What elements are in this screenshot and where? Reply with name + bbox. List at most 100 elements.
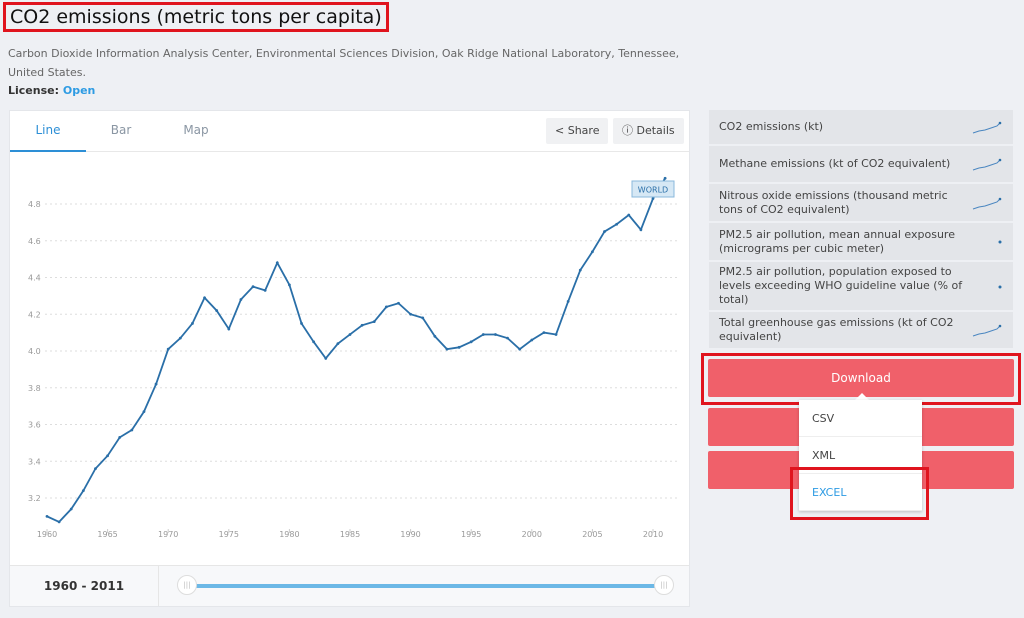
y-tick-label: 4.0: [28, 347, 41, 356]
data-point[interactable]: [372, 320, 376, 323]
data-point[interactable]: [421, 316, 425, 320]
related-item-label: CO2 emissions (kt): [719, 120, 824, 133]
y-tick-label: 4.6: [28, 237, 41, 246]
data-point[interactable]: [57, 520, 61, 524]
data-point[interactable]: [554, 333, 558, 336]
data-point[interactable]: [154, 382, 158, 386]
data-point[interactable]: [494, 333, 497, 336]
data-point[interactable]: [130, 428, 134, 432]
data-point[interactable]: [118, 435, 122, 439]
data-point[interactable]: [651, 197, 655, 200]
data-point[interactable]: [360, 323, 364, 327]
chart-card: Line Bar Map < Share ⓘ Details 3.2 3.4 3.6…: [9, 110, 690, 607]
data-point[interactable]: [615, 222, 619, 226]
data-point[interactable]: [445, 347, 449, 351]
data-point[interactable]: [191, 322, 194, 325]
data-point[interactable]: [639, 228, 643, 232]
related-item[interactable]: PM2.5 air pollution, mean annual exposur…: [709, 223, 1013, 262]
data-point[interactable]: [215, 309, 219, 312]
data-point[interactable]: [239, 298, 243, 301]
data-point[interactable]: [166, 347, 170, 351]
related-indicators: CO2 emissions (kt) Methane emissions (kt…: [709, 110, 1013, 350]
data-point[interactable]: [348, 333, 352, 336]
share-icon: <: [555, 124, 565, 137]
data-point[interactable]: [506, 336, 509, 340]
data-point[interactable]: [251, 285, 255, 289]
data-point[interactable]: [542, 331, 546, 335]
related-item[interactable]: Nitrous oxide emissions (thousand metric…: [709, 184, 1013, 223]
data-point[interactable]: [409, 312, 412, 316]
data-point[interactable]: [530, 338, 534, 342]
sparkline-icon: [972, 324, 1002, 337]
series-label: WORLD: [638, 186, 668, 195]
range-end-handle[interactable]: |||: [654, 575, 674, 595]
related-item[interactable]: Total greenhouse gas emissions (kt of CO…: [709, 312, 1013, 350]
data-point[interactable]: [663, 176, 667, 180]
range-bar: 1960 - 2011 ||| |||: [10, 565, 689, 606]
x-tick-label: 1990: [400, 530, 420, 539]
data-point[interactable]: [591, 250, 594, 254]
y-tick-label: 3.2: [28, 494, 41, 503]
data-point[interactable]: [106, 454, 109, 458]
tab-map[interactable]: Map: [158, 111, 234, 152]
data-point[interactable]: [81, 489, 85, 493]
data-point[interactable]: [578, 268, 582, 272]
range-start-handle[interactable]: |||: [177, 575, 197, 595]
data-point[interactable]: [312, 340, 316, 344]
tab-bar[interactable]: Bar: [83, 111, 159, 152]
related-item[interactable]: CO2 emissions (kt): [709, 110, 1013, 146]
data-point[interactable]: [336, 342, 340, 346]
related-item-label: PM2.5 air pollution, population exposed …: [719, 265, 963, 306]
data-point[interactable]: [397, 301, 400, 305]
data-point[interactable]: [457, 345, 461, 349]
y-tick-label: 4.8: [28, 200, 41, 209]
data-point[interactable]: [275, 261, 279, 265]
related-item[interactable]: Methane emissions (kt of CO2 equivalent): [709, 146, 1013, 184]
download-csv[interactable]: CSV: [799, 400, 922, 437]
data-point[interactable]: [324, 356, 328, 360]
data-point[interactable]: [300, 322, 303, 325]
x-tick-label: 2000: [522, 530, 542, 539]
data-point[interactable]: [94, 467, 97, 470]
sparkline-icon: [972, 197, 1002, 209]
related-item-label: Methane emissions (kt of CO2 equivalent): [719, 157, 951, 170]
sparkline-icon: [998, 240, 1002, 243]
x-tick-label: 1985: [340, 530, 360, 539]
data-point[interactable]: [481, 333, 485, 336]
data-point[interactable]: [142, 410, 146, 414]
data-point[interactable]: [566, 299, 570, 303]
data-point[interactable]: [384, 305, 388, 309]
data-point[interactable]: [627, 213, 631, 217]
x-tick-label: 1970: [158, 530, 178, 539]
x-tick-label: 2010: [643, 530, 663, 539]
data-point[interactable]: [288, 283, 291, 287]
details-button[interactable]: ⓘ Details: [613, 118, 684, 144]
range-slider-track[interactable]: [195, 584, 663, 588]
page-title: CO2 emissions (metric tons per capita): [3, 2, 389, 32]
data-point[interactable]: [603, 230, 606, 233]
tab-line[interactable]: Line: [10, 111, 86, 152]
related-item[interactable]: PM2.5 air pollution, population exposed …: [709, 262, 1013, 312]
data-point[interactable]: [469, 340, 473, 344]
details-label: Details: [636, 124, 675, 137]
line-chart: 3.2 3.4 3.6 3.8 4.0 4.2 4.4 4.6 4.8 1960 1965 1970 1…: [28, 176, 680, 539]
y-tick-label: 3.4: [28, 457, 41, 466]
data-point[interactable]: [227, 327, 231, 331]
source-text: Carbon Dioxide Information Analysis Cent…: [8, 47, 680, 79]
data-point[interactable]: [433, 334, 437, 338]
data-point[interactable]: [263, 288, 267, 292]
license-link[interactable]: Open: [63, 84, 96, 97]
data-point[interactable]: [178, 336, 182, 340]
sparkline-icon: [972, 121, 1002, 134]
data-point[interactable]: [45, 514, 49, 518]
y-tick-label: 3.8: [28, 384, 41, 393]
x-tick-label: 2005: [582, 530, 602, 539]
data-point[interactable]: [518, 347, 522, 351]
x-tick-label: 1995: [461, 530, 481, 539]
related-item-label: PM2.5 air pollution, mean annual exposur…: [719, 227, 955, 255]
y-tick-label: 4.4: [28, 274, 41, 283]
data-point[interactable]: [203, 296, 206, 300]
dropdown-caret: [855, 393, 869, 400]
data-point[interactable]: [69, 507, 73, 511]
share-button[interactable]: < Share: [546, 118, 609, 144]
